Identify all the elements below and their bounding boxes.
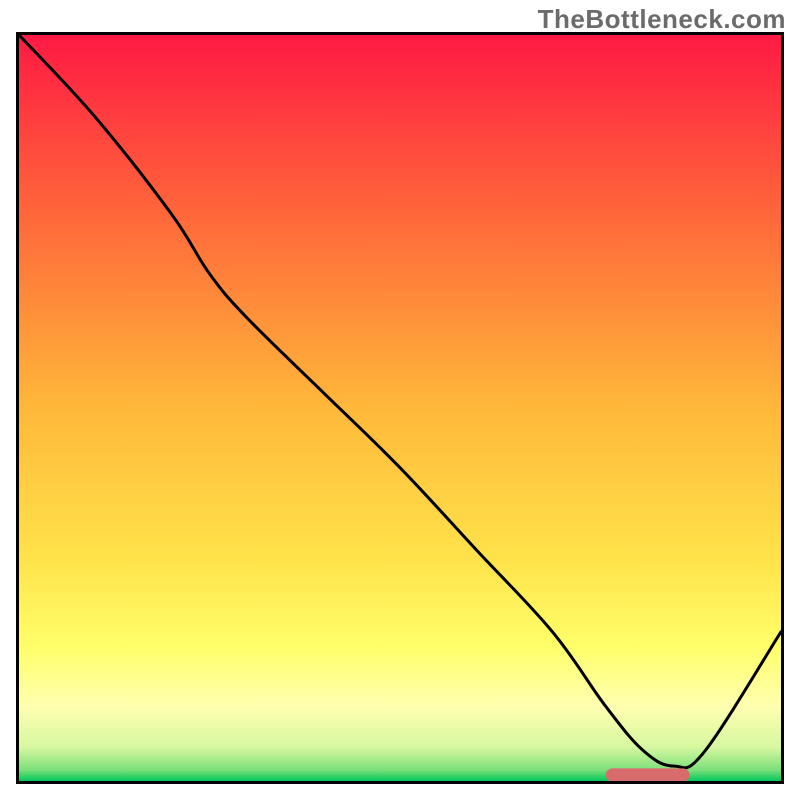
flat-region-marker — [606, 768, 690, 781]
watermark-text: TheBottleneck.com — [538, 4, 786, 35]
chart-container: TheBottleneck.com — [0, 0, 800, 800]
gradient-background — [19, 35, 781, 781]
plot-area — [16, 32, 784, 784]
chart-svg — [19, 35, 781, 781]
